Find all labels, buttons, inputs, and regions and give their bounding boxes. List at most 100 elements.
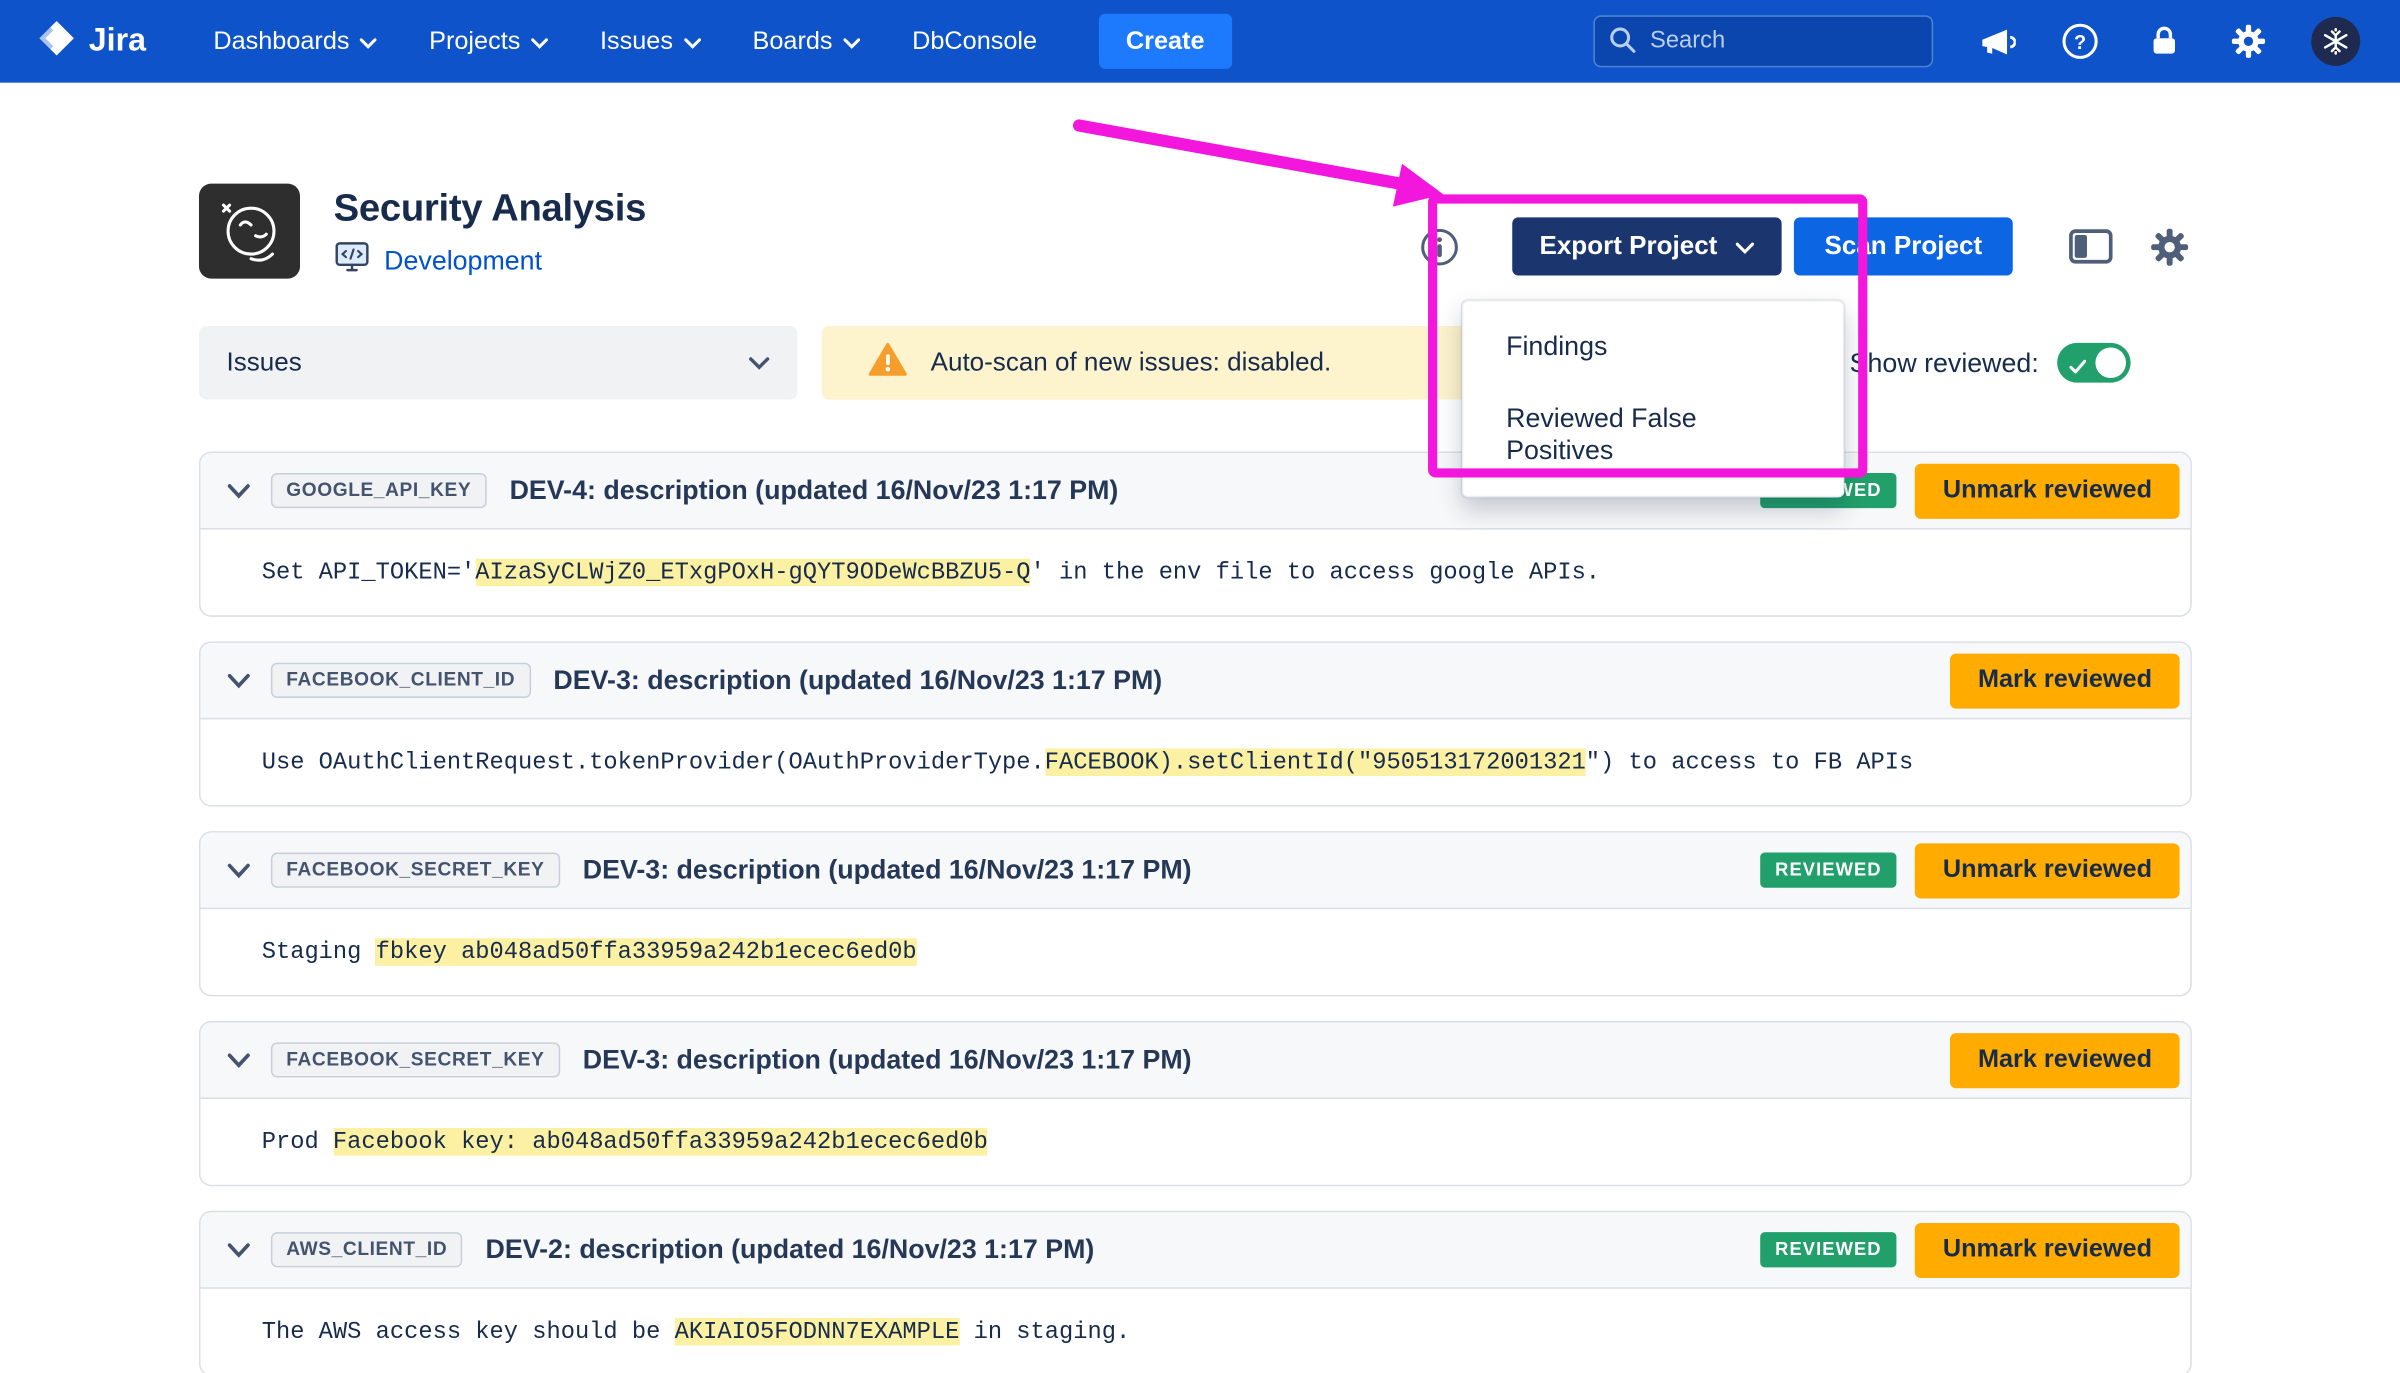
nav-boards[interactable]: Boards <box>753 27 861 56</box>
export-dropdown-menu: Findings Reviewed False Positives <box>1461 300 1845 498</box>
development-icon <box>334 240 371 281</box>
chevron-down-icon <box>843 27 861 56</box>
chevron-down-icon <box>748 356 770 370</box>
collapse-chevron-icon[interactable] <box>222 483 256 498</box>
chevron-down-icon <box>360 27 378 56</box>
create-button[interactable]: Create <box>1098 13 1233 69</box>
finding-description: Staging fbkey ab048ad50ffa33959a242b1ece… <box>201 909 2191 995</box>
finding-title: DEV-3: description (updated 16/Nov/23 1:… <box>582 854 1192 885</box>
page-header: Security Analysis Development Export Pro… <box>198 183 2192 282</box>
issues-filter-value: Issues <box>226 347 302 377</box>
show-reviewed-toggle[interactable] <box>2057 342 2131 383</box>
finding-card: GOOGLE_API_KEY DEV-4: description (updat… <box>198 451 2192 617</box>
secret-highlight: AIzaSyCLWjZ0_ETxgPOxH-gQYT9ODeWcBBZU5-Q <box>475 558 1031 587</box>
collapse-chevron-icon[interactable] <box>222 1052 256 1068</box>
lock-icon[interactable] <box>2143 20 2186 63</box>
main-content: Security Analysis Development Export Pro… <box>198 183 2192 1373</box>
finding-type-badge: AWS_CLIENT_ID <box>270 1232 463 1268</box>
finding-card: AWS_CLIENT_ID DEV-2: description (update… <box>198 1210 2192 1373</box>
reviewed-status-badge: REVIEWED <box>1759 1232 1897 1268</box>
mark-reviewed-button[interactable]: Mark reviewed <box>1950 1032 2180 1088</box>
finding-header[interactable]: FACEBOOK_SECRET_KEY DEV-3: description (… <box>200 832 2191 910</box>
finding-code: Prod Facebook key: ab048ad50ffa33959a242… <box>261 1128 988 1156</box>
finding-title: DEV-4: description (updated 16/Nov/23 1:… <box>509 474 1119 506</box>
finding-card: FACEBOOK_SECRET_KEY DEV-3: description (… <box>198 1020 2192 1187</box>
project-link[interactable]: Development <box>384 245 542 277</box>
brand-name: Jira <box>88 22 146 59</box>
warning-icon <box>868 341 908 385</box>
toggle-knob <box>2095 347 2127 379</box>
nav-issues[interactable]: Issues <box>600 27 701 56</box>
finding-title: DEV-3: description (updated 16/Nov/23 1:… <box>553 664 1163 695</box>
finding-type-badge: GOOGLE_API_KEY <box>270 472 487 509</box>
help-icon[interactable]: ? <box>2059 20 2102 63</box>
finding-code: The AWS access key should be AKIAIO5FODN… <box>261 1317 1131 1346</box>
nav-dashboards[interactable]: Dashboards <box>213 26 378 56</box>
nav-label: Dashboards <box>213 26 350 55</box>
jira-logo-icon <box>37 18 77 65</box>
finding-header[interactable]: FACEBOOK_SECRET_KEY DEV-3: description (… <box>200 1022 2191 1099</box>
finding-code: Staging fbkey ab048ad50ffa33959a242b1ece… <box>261 938 917 966</box>
findings-list: GOOGLE_API_KEY DEV-4: description (updat… <box>198 451 2192 1373</box>
finding-type-badge: FACEBOOK_CLIENT_ID <box>270 662 531 698</box>
show-reviewed-control: Show reviewed: <box>1849 342 2131 383</box>
nav-dbconsole[interactable]: DbConsole <box>912 27 1037 56</box>
gear-icon[interactable] <box>2227 20 2270 63</box>
nav-label: Issues <box>599 26 673 55</box>
info-icon[interactable] <box>1419 226 1460 267</box>
collapse-chevron-icon[interactable] <box>222 1242 256 1258</box>
check-icon <box>2069 355 2087 383</box>
project-avatar[interactable] <box>198 183 300 279</box>
finding-title: DEV-2: description (updated 16/Nov/23 1:… <box>485 1233 1095 1265</box>
screen: Jira Dashboards Projects Issues Boards D… <box>0 0 2400 1373</box>
chevron-down-icon <box>531 27 548 56</box>
nav-label: Boards <box>752 26 833 55</box>
finding-header[interactable]: GOOGLE_API_KEY DEV-4: description (updat… <box>200 453 2191 530</box>
secret-highlight: FACEBOOK).setClientId("950513172001321 <box>1044 748 1586 777</box>
announcements-megaphone-icon[interactable] <box>1974 20 2017 63</box>
scan-project-button[interactable]: Scan Project <box>1793 217 2013 276</box>
finding-description: Set API_TOKEN='AIzaSyCLWjZ0_ETxgPOxH-gQY… <box>201 530 2191 616</box>
menu-item-reviewed-false-positives[interactable]: Reviewed False Positives <box>1463 383 1843 487</box>
page-title: Security Analysis <box>333 186 647 230</box>
finding-description: Prod Facebook key: ab048ad50ffa33959a242… <box>201 1099 2191 1185</box>
unmark-reviewed-button[interactable]: Unmark reviewed <box>1915 842 2180 898</box>
finding-description: The AWS access key should be AKIAIO5FODN… <box>201 1289 2191 1373</box>
nav-label: Projects <box>429 26 521 55</box>
warning-text: Auto-scan of new issues: disabled. <box>930 347 1332 377</box>
chevron-down-icon <box>1735 231 1755 262</box>
user-avatar[interactable] <box>2311 16 2361 66</box>
nav-projects[interactable]: Projects <box>429 27 548 56</box>
mark-reviewed-button[interactable]: Mark reviewed <box>1950 652 2180 708</box>
finding-card: FACEBOOK_CLIENT_ID DEV-3: description (u… <box>198 641 2192 807</box>
jira-brand[interactable]: Jira <box>37 18 146 65</box>
export-project-label: Export Project <box>1539 231 1718 261</box>
finding-header[interactable]: AWS_CLIENT_ID DEV-2: description (update… <box>200 1212 2191 1289</box>
top-navigation: Jira Dashboards Projects Issues Boards D… <box>0 0 2400 83</box>
show-reviewed-label: Show reviewed: <box>1849 346 2039 378</box>
collapse-chevron-icon[interactable] <box>222 673 256 688</box>
export-project-button[interactable]: Export Project <box>1511 217 1782 276</box>
unmark-reviewed-button[interactable]: Unmark reviewed <box>1915 463 2180 519</box>
unmark-reviewed-button[interactable]: Unmark reviewed <box>1915 1222 2180 1278</box>
nav-label: DbConsole <box>912 26 1038 55</box>
settings-gear-icon[interactable] <box>2147 224 2191 268</box>
issues-filter-select[interactable]: Issues <box>198 326 798 400</box>
secret-highlight: fbkey ab048ad50ffa33959a242b1ecec6ed0b <box>375 938 917 966</box>
filter-bar: Issues Auto-scan of new issues: disabled… <box>198 326 2192 400</box>
finding-type-badge: FACEBOOK_SECRET_KEY <box>270 1042 560 1078</box>
search-icon <box>1609 26 1637 61</box>
collapse-chevron-icon[interactable] <box>222 862 256 878</box>
search-input[interactable] <box>1593 15 1934 68</box>
finding-code: Use OAuthClientRequest.tokenProvider(OAu… <box>261 748 1914 777</box>
finding-title: DEV-3: description (updated 16/Nov/23 1:… <box>582 1043 1192 1075</box>
details-panel-icon[interactable] <box>2068 227 2114 267</box>
menu-item-findings[interactable]: Findings <box>1463 311 1843 383</box>
finding-type-badge: FACEBOOK_SECRET_KEY <box>270 852 560 888</box>
svg-text:?: ? <box>2074 32 2086 54</box>
finding-card: FACEBOOK_SECRET_KEY DEV-3: description (… <box>198 831 2192 997</box>
secret-highlight: Facebook key: ab048ad50ffa33959a242b1ece… <box>332 1128 988 1156</box>
finding-header[interactable]: FACEBOOK_CLIENT_ID DEV-3: description (u… <box>200 642 2191 720</box>
secret-highlight: AKIAIO5FODNN7EXAMPLE <box>674 1317 960 1346</box>
chevron-down-icon <box>683 27 701 56</box>
